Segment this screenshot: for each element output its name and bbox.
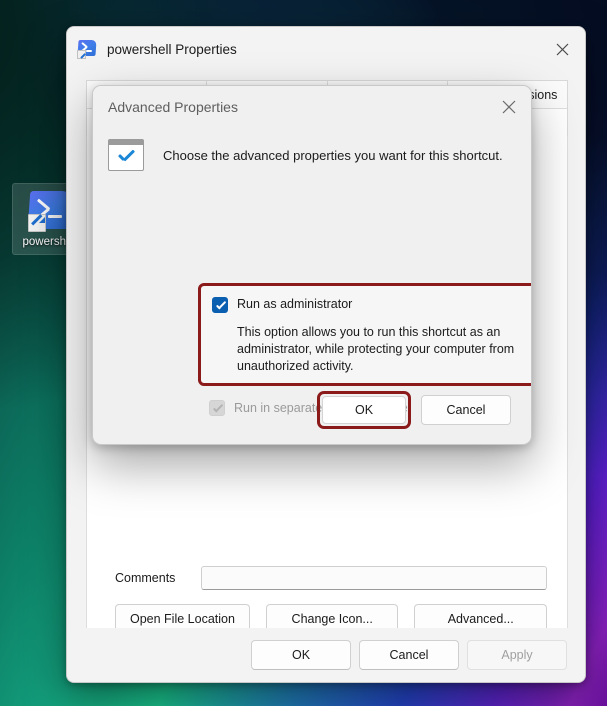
run-as-administrator-row[interactable]: Run as administrator — [212, 296, 352, 313]
properties-footer: OK Cancel Apply — [67, 628, 585, 682]
advanced-dialog-titlebar: Advanced Properties — [93, 86, 531, 128]
run-in-separate-memory-space-checkbox — [209, 400, 225, 416]
window-check-icon — [108, 139, 144, 171]
cancel-button[interactable]: Cancel — [359, 640, 459, 670]
apply-button: Apply — [467, 640, 567, 670]
close-icon[interactable] — [539, 27, 585, 71]
advanced-dialog-buttons: OK Cancel — [317, 391, 517, 429]
close-icon[interactable] — [487, 86, 531, 128]
properties-titlebar: powershell Properties — [67, 27, 585, 71]
advanced-dialog-banner-text: Choose the advanced properties you want … — [163, 147, 503, 163]
shortcut-arrow-icon — [77, 50, 86, 59]
run-as-administrator-checkbox[interactable] — [212, 297, 228, 313]
comments-input[interactable] — [201, 566, 547, 590]
comments-label: Comments — [115, 571, 176, 585]
advanced-cancel-button[interactable]: Cancel — [421, 395, 511, 425]
desktop: powershell powershell Properties Termina… — [0, 0, 607, 706]
comments-row: Comments — [115, 566, 547, 590]
powershell-icon — [77, 39, 97, 59]
advanced-properties-dialog: Advanced Properties Choose the advanced … — [92, 85, 532, 445]
advanced-ok-button[interactable]: OK — [322, 396, 406, 424]
advanced-ok-highlight: OK — [317, 391, 411, 429]
run-as-administrator-description: This option allows you to run this short… — [237, 325, 515, 373]
advanced-dialog-banner: Choose the advanced properties you want … — [108, 139, 503, 171]
shortcut-arrow-icon — [28, 214, 46, 232]
run-as-administrator-label: Run as administrator — [237, 297, 353, 311]
properties-window-title: powershell Properties — [107, 41, 237, 57]
run-as-administrator-group: Run as administrator This option allows … — [198, 283, 531, 386]
advanced-dialog-title: Advanced Properties — [108, 99, 238, 115]
ok-button[interactable]: OK — [251, 640, 351, 670]
